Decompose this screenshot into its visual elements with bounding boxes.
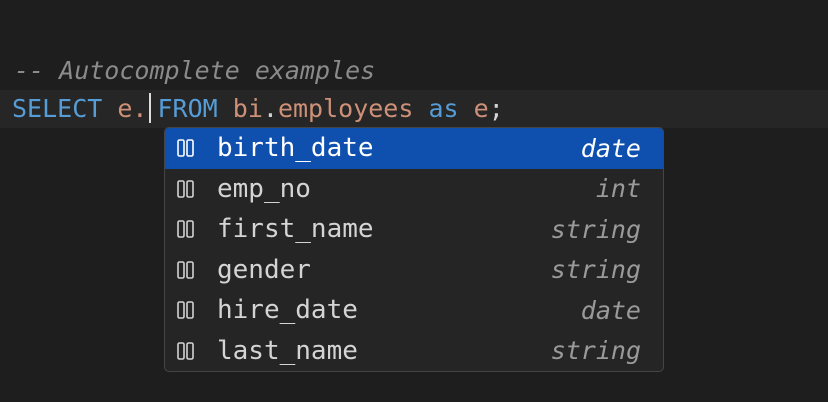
- alias-prefix: e.: [117, 94, 148, 123]
- suggestion-item-hire-date[interactable]: hire_date date: [165, 290, 663, 331]
- schema-name: bi: [232, 94, 263, 123]
- suggestion-item-birth-date[interactable]: birth_date date: [165, 128, 663, 169]
- keyword-from: FROM: [157, 94, 218, 123]
- current-code-line[interactable]: SELECT e. FROM bi.employees as e;: [0, 90, 828, 128]
- text-cursor: [149, 93, 152, 123]
- suggestion-type: string: [550, 336, 641, 366]
- field-icon: [176, 218, 198, 240]
- suggestion-item-gender[interactable]: gender string: [165, 250, 663, 291]
- suggestion-label: gender: [217, 254, 311, 285]
- suggestion-type: date: [580, 295, 641, 325]
- field-icon: [176, 259, 198, 281]
- suggestion-type: string: [550, 255, 641, 285]
- comment-text: -- Autocomplete examples: [14, 56, 376, 85]
- suggestion-label: emp_no: [217, 173, 311, 204]
- suggestion-type: date: [580, 133, 641, 163]
- suggestion-label: birth_date: [217, 133, 374, 164]
- field-icon: [176, 340, 198, 362]
- suggestion-label: hire_date: [217, 295, 358, 326]
- autocomplete-suggestion-list[interactable]: birth_date date emp_no int first_name st…: [164, 127, 664, 372]
- table-name: employees: [277, 94, 414, 123]
- statement-terminator: ;: [488, 94, 504, 123]
- table-alias: e: [473, 94, 489, 123]
- suggestion-type: string: [550, 214, 641, 244]
- keyword-as: as: [428, 94, 459, 123]
- suggestion-label: first_name: [217, 214, 374, 245]
- keyword-select: SELECT: [12, 94, 103, 123]
- field-icon: [176, 178, 198, 200]
- suggestion-type: int: [595, 174, 641, 204]
- suggestion-label: last_name: [217, 335, 358, 366]
- field-icon: [176, 299, 198, 321]
- suggestion-item-first-name[interactable]: first_name string: [165, 209, 663, 250]
- field-icon: [176, 137, 198, 159]
- comment-line: -- Autocomplete examples: [0, 52, 828, 90]
- dot-separator: .: [262, 94, 278, 123]
- suggestion-item-emp-no[interactable]: emp_no int: [165, 169, 663, 210]
- suggestion-item-last-name[interactable]: last_name string: [165, 331, 663, 372]
